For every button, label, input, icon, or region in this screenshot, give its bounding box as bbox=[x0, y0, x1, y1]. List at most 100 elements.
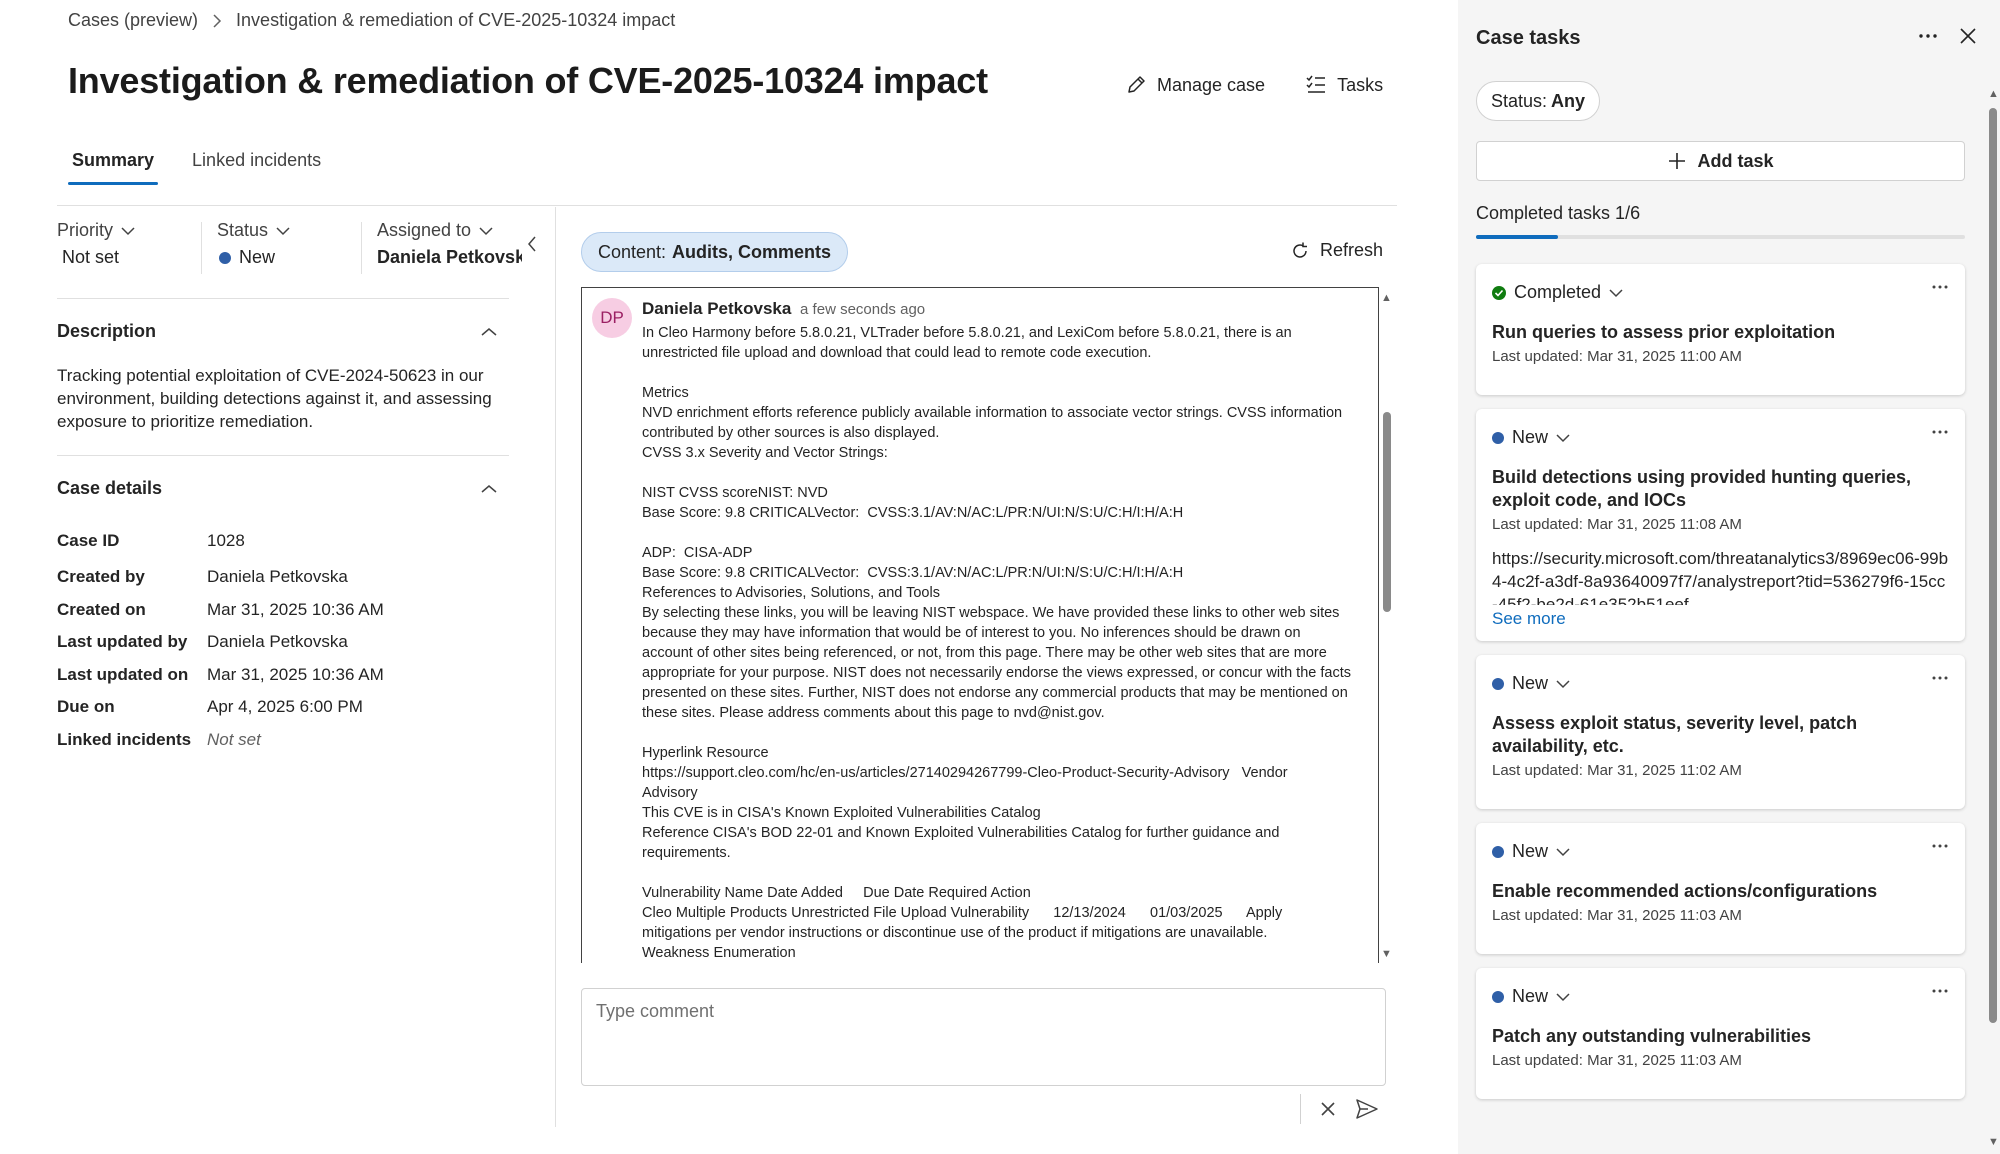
scrollbar-thumb[interactable] bbox=[1989, 108, 1997, 1023]
priority-field[interactable]: Priority Not set bbox=[57, 220, 201, 284]
close-panel-button[interactable] bbox=[1958, 26, 1978, 46]
task-status-dropdown[interactable]: New bbox=[1492, 427, 1949, 448]
description-text: Tracking potential exploitation of CVE-2… bbox=[57, 366, 492, 431]
more-icon bbox=[1932, 676, 1948, 680]
detail-key: Created by bbox=[57, 567, 145, 587]
task-card[interactable]: New Assess exploit status, severity level… bbox=[1476, 655, 1965, 809]
detail-row: Last updated on Mar 31, 2025 10:36 AM bbox=[57, 659, 557, 692]
scrollbar-thumb[interactable] bbox=[1383, 412, 1391, 612]
comment-time: a few seconds ago bbox=[800, 301, 926, 318]
breadcrumb: Cases (preview) Investigation & remediat… bbox=[68, 10, 675, 31]
status-label: Status bbox=[217, 220, 269, 240]
add-task-button[interactable]: Add task bbox=[1476, 141, 1965, 181]
manage-case-button[interactable]: Manage case bbox=[1125, 74, 1265, 96]
tab-linked-incidents[interactable]: Linked incidents bbox=[188, 146, 325, 185]
status-dot-icon bbox=[219, 251, 231, 264]
more-options-button[interactable] bbox=[1918, 26, 1938, 46]
meta-divider bbox=[201, 222, 202, 274]
section-divider bbox=[57, 455, 509, 456]
clear-comment-button[interactable] bbox=[1319, 1100, 1337, 1118]
detail-key: Case ID bbox=[57, 531, 120, 550]
task-more-button[interactable] bbox=[1931, 278, 1949, 296]
status-filter-chip[interactable]: Status: Any bbox=[1476, 81, 1601, 121]
comment-actions bbox=[1300, 1094, 1379, 1124]
task-card[interactable]: New Patch any outstanding vulnerabilities… bbox=[1476, 968, 1965, 1099]
comment-item: Daniela Petkovska a few seconds ago In C… bbox=[642, 299, 1372, 963]
detail-value: 1028 bbox=[207, 531, 245, 550]
page-title: Investigation & remediation of CVE-2025-… bbox=[68, 60, 988, 101]
send-comment-button[interactable] bbox=[1355, 1098, 1379, 1120]
more-icon bbox=[1932, 844, 1948, 848]
completed-tasks-label: Completed tasks 1/6 bbox=[1476, 203, 1641, 223]
task-last-updated: Last updated: Mar 31, 2025 11:03 AM bbox=[1492, 907, 1742, 924]
comment-body: In Cleo Harmony before 5.8.0.21, VLTrade… bbox=[642, 325, 1351, 961]
divider bbox=[1300, 1094, 1301, 1124]
task-status-dropdown[interactable]: New bbox=[1492, 673, 1949, 694]
task-status: New bbox=[1512, 673, 1549, 693]
status-field[interactable]: Status New bbox=[217, 220, 361, 284]
description-header[interactable]: Description bbox=[57, 321, 497, 342]
detail-key: Last updated by bbox=[57, 632, 188, 652]
task-status-dropdown[interactable]: Completed bbox=[1492, 282, 1949, 303]
status-dot-icon bbox=[1492, 677, 1504, 690]
progress-fill bbox=[1476, 235, 1558, 239]
status-value: New bbox=[239, 247, 276, 267]
case-tasks-panel: Case tasks Status: Any Add task Complete… bbox=[1458, 0, 2000, 1154]
task-last-updated: Last updated: Mar 31, 2025 11:02 AM bbox=[1492, 762, 1742, 779]
task-title: Run queries to assess prior exploitation bbox=[1492, 322, 1836, 342]
task-status: New bbox=[1512, 841, 1549, 861]
status-filter-prefix: Status: bbox=[1491, 90, 1548, 111]
task-more-button[interactable] bbox=[1931, 423, 1949, 441]
status-dot-icon bbox=[1492, 431, 1504, 444]
detail-row: Due on Apr 4, 2025 6:00 PM bbox=[57, 691, 557, 724]
tab-bar: Summary Linked incidents bbox=[68, 146, 325, 185]
refresh-button[interactable]: Refresh bbox=[1290, 240, 1383, 261]
tasks-button[interactable]: Tasks bbox=[1305, 74, 1383, 96]
task-card[interactable]: Completed Run queries to assess prior exp… bbox=[1476, 264, 1965, 395]
breadcrumb-root[interactable]: Cases (preview) bbox=[68, 10, 198, 31]
assigned-to-field[interactable]: Assigned to Daniela Petkovsk bbox=[377, 220, 522, 284]
tab-summary[interactable]: Summary bbox=[68, 146, 159, 185]
task-status-dropdown[interactable]: New bbox=[1492, 986, 1949, 1007]
comment-input[interactable]: Type comment bbox=[581, 988, 1386, 1086]
task-more-button[interactable] bbox=[1931, 669, 1949, 687]
scroll-up-icon[interactable]: ▲ bbox=[1381, 292, 1392, 304]
task-title: Build detections using provided hunting … bbox=[1492, 467, 1912, 510]
task-more-button[interactable] bbox=[1931, 837, 1949, 855]
chevron-left-icon bbox=[527, 236, 537, 252]
case-meta-row: Priority Not set Status New Assigned to … bbox=[57, 220, 557, 284]
activity-scrollbar[interactable]: ▲ ▼ bbox=[1381, 292, 1393, 960]
status-dot-icon bbox=[1492, 845, 1504, 858]
task-status-dropdown[interactable]: New bbox=[1492, 841, 1949, 862]
description-heading: Description bbox=[57, 321, 157, 341]
scroll-down-icon[interactable]: ▼ bbox=[1988, 1136, 1999, 1148]
scroll-up-icon[interactable]: ▲ bbox=[1988, 88, 1999, 100]
task-list: Completed Run queries to assess prior exp… bbox=[1476, 264, 1965, 1113]
case-details-heading: Case details bbox=[57, 478, 163, 498]
task-more-button[interactable] bbox=[1931, 982, 1949, 1000]
check-circle-icon bbox=[1492, 285, 1506, 300]
collapse-panel-button[interactable] bbox=[527, 236, 537, 252]
status-dot-icon bbox=[1492, 990, 1504, 1003]
chevron-up-icon bbox=[481, 327, 497, 337]
detail-row: Created on Mar 31, 2025 10:36 AM bbox=[57, 594, 557, 627]
refresh-icon bbox=[1290, 241, 1310, 261]
case-details-header[interactable]: Case details bbox=[57, 478, 497, 499]
detail-value: Mar 31, 2025 10:36 AM bbox=[207, 599, 384, 619]
scroll-down-icon[interactable]: ▼ bbox=[1381, 948, 1392, 960]
avatar: DP bbox=[592, 298, 632, 338]
detail-value: Daniela Petkovska bbox=[207, 632, 348, 652]
content-filter-value: Audits, Comments bbox=[672, 241, 832, 262]
content-filter-pill[interactable]: Content: Audits, Comments bbox=[581, 232, 849, 272]
tasks-scrollbar[interactable]: ▲ ▼ bbox=[1988, 88, 1999, 1148]
detail-row: Linked incidents Not set bbox=[57, 724, 557, 757]
task-card[interactable]: New Build detections using provided hunti… bbox=[1476, 409, 1965, 641]
task-status: New bbox=[1512, 427, 1549, 447]
detail-key: Created on bbox=[57, 599, 146, 619]
task-card[interactable]: New Enable recommended actions/configurat… bbox=[1476, 823, 1965, 954]
task-last-updated: Last updated: Mar 31, 2025 11:08 AM bbox=[1492, 516, 1742, 533]
detail-row: Case ID 1028 bbox=[57, 521, 557, 561]
detail-value: Daniela Petkovska bbox=[207, 567, 348, 587]
see-more-link[interactable]: See more bbox=[1492, 609, 1949, 629]
tasks-label: Tasks bbox=[1337, 74, 1384, 95]
